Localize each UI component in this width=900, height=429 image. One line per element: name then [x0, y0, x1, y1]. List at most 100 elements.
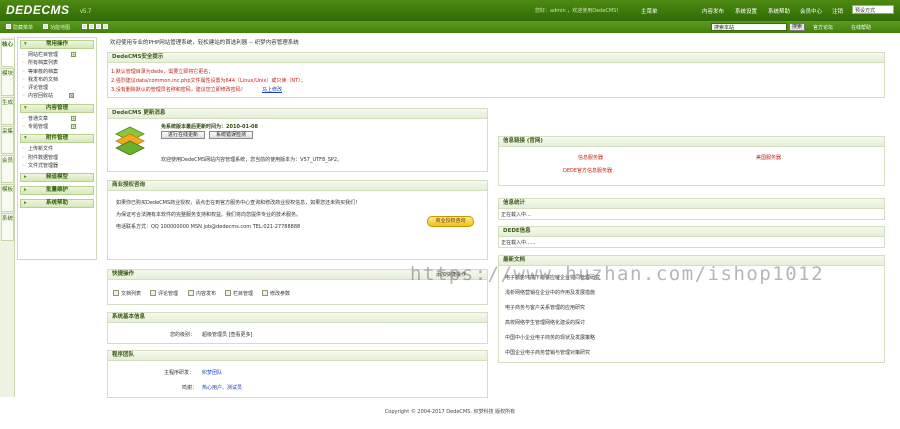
- panel-title: DEDE信息: [499, 227, 884, 237]
- forum-link[interactable]: 官方论坛: [813, 24, 833, 31]
- tab-member[interactable]: 会员: [1, 155, 14, 183]
- team-panel: 程序团队 主程序研发： 织梦团队 鸣谢： 热心用户、测试员: [107, 350, 488, 398]
- quick-category[interactable]: 栏目管理: [233, 290, 253, 297]
- layout-icon-2[interactable]: [89, 24, 94, 29]
- hide-menu-button[interactable]: 隐藏菜单: [13, 24, 33, 31]
- menu-item-upload[interactable]: ◦ 上传新文件: [18, 145, 96, 153]
- license-panel: 商业授权咨询 如果你已购买DedeCMS商业授权，请点击在到官方服务中心查询和修…: [107, 180, 488, 260]
- panel-title: 程序团队: [108, 351, 487, 361]
- menu-section-attachments[interactable]: ▾ 附件管理: [20, 134, 94, 144]
- search-input[interactable]: [711, 23, 787, 31]
- info-server-link[interactable]: 信息服务器: [578, 154, 603, 161]
- menu-section-help[interactable]: ▸ 系统帮助: [20, 199, 94, 209]
- nav-publish[interactable]: 内容发布: [702, 7, 724, 15]
- menu-item-pending[interactable]: ◦ 等审核的档案: [18, 68, 96, 76]
- tab-system[interactable]: 系统: [1, 213, 14, 241]
- panel-title: 信息链接 (官网): [499, 137, 884, 147]
- menu-section-content[interactable]: ▾ 内容管理: [20, 103, 94, 113]
- tab-modules[interactable]: 模块: [1, 68, 14, 96]
- menu-item-topic[interactable]: ◦ 专题管理 +: [18, 123, 96, 131]
- version-message: 欢迎使用DedeCMS网站内容管理系统，您当前的使用版本为：V57_UTF8_S…: [161, 157, 343, 163]
- top-bar: DEDECMS v5.7 您好：admin ，欢迎使用DedeCMS！ 主菜单 …: [0, 0, 900, 21]
- add-icon[interactable]: +: [71, 124, 76, 130]
- tab-generate[interactable]: 生成: [1, 97, 14, 125]
- bullet-icon: ◦: [22, 85, 25, 92]
- nav-logout[interactable]: 注销: [832, 7, 843, 15]
- menu-section-batch[interactable]: ▸ 批量维护: [20, 186, 94, 196]
- level-value: 超级管理员 [查看更多]: [202, 332, 253, 338]
- tab-core[interactable]: 核心: [1, 39, 14, 67]
- system-info-panel: 系统基本信息 您的级别： 超级管理员 [查看更多]: [107, 312, 488, 344]
- user-info: 您好：admin ，欢迎使用DedeCMS！: [535, 8, 622, 14]
- layout-icon-1[interactable]: [82, 24, 87, 29]
- bullet-icon: ◦: [22, 124, 25, 131]
- us-server-link[interactable]: 美国服务器: [756, 154, 781, 161]
- menu-item-category[interactable]: ◦ 网站栏目管理 +: [18, 51, 96, 59]
- comment-icon: [150, 290, 156, 296]
- license-line-1: 如果你已购买DedeCMS商业授权，请点击在到官方服务中心查询和修改商业授权信息…: [116, 200, 361, 206]
- quick-settings[interactable]: 修改参数: [270, 290, 290, 297]
- level-label: 您的级别：: [170, 332, 196, 338]
- error-check-button[interactable]: 系统错误检测: [209, 131, 253, 139]
- menu-item-all-archives[interactable]: ◦ 所有档案列表: [18, 59, 96, 67]
- add-icon[interactable]: +: [71, 115, 76, 121]
- license-consult-button[interactable]: 商业授权咨询: [427, 216, 474, 227]
- collapse-icon: ▾: [24, 135, 27, 142]
- panel-title: 商业授权咨询: [108, 181, 487, 191]
- security-line-3: 3.没有删除默认的管理员名称和密码，建议您立即修改密码！: [111, 87, 246, 93]
- official-server-link[interactable]: DEDE官方信息服务器: [563, 167, 612, 174]
- panel-title: DedeCMS安全提示: [108, 53, 884, 63]
- recycle-icon[interactable]: ×: [69, 93, 74, 99]
- nav-help[interactable]: 系统帮助: [768, 7, 790, 15]
- news-item-4[interactable]: 高校网络学生管理网络化建设的探讨: [505, 319, 585, 326]
- style-select[interactable]: 预设方式: [852, 5, 894, 14]
- quick-comments[interactable]: 评论管理: [158, 290, 178, 297]
- watermark-text: https://www.huzhan.com/ishop1012: [410, 263, 825, 285]
- search-button[interactable]: 搜索: [789, 23, 805, 31]
- side-tabs: 核心 模块 生成 采集 会员 模板 系统: [0, 37, 15, 397]
- tab-collect[interactable]: 采集: [1, 126, 14, 154]
- menu-item-attachment-data[interactable]: ◦ 附件数据管理: [18, 154, 96, 162]
- nav-member-center[interactable]: 会员中心: [800, 7, 822, 15]
- layout-icon-4[interactable]: [103, 24, 108, 29]
- bullet-icon: ◦: [22, 162, 25, 169]
- logo: DEDECMS: [6, 3, 70, 17]
- nav-main-menu[interactable]: 主菜单: [641, 7, 658, 15]
- menu-item-file-manager[interactable]: ◦ 文件式管理器: [18, 162, 96, 170]
- bullet-icon: ◦: [22, 60, 25, 67]
- layout-icon-3[interactable]: [96, 24, 101, 29]
- dede-loading: 正在载入中......: [501, 240, 536, 246]
- news-item-3[interactable]: 电子商务与客户关系管理的应用研究: [505, 304, 585, 311]
- footer-copyright: Copyright © 2004-2017 DedeCMS. 织梦科技 版权所有: [384, 409, 516, 415]
- news-item-2[interactable]: 浅析网络营销在企业中的作用及发展措施: [505, 289, 595, 296]
- menu-item-recycle[interactable]: ◦ 内容回收站 ×: [18, 92, 96, 100]
- menu-section-common[interactable]: ▾ 常用操作: [20, 40, 94, 49]
- bullet-icon: ◦: [22, 146, 25, 153]
- news-item-5[interactable]: 中国中小企业电子商务的现状及发展策略: [505, 334, 595, 341]
- bullet-icon: ◦: [22, 154, 25, 161]
- menu-section-channel[interactable]: ▸ 频道模型: [20, 173, 94, 183]
- add-icon[interactable]: +: [71, 52, 76, 57]
- menu-item-article[interactable]: ◦ 普通文章 +: [18, 115, 96, 123]
- function-map-button[interactable]: 功能地图: [50, 24, 70, 31]
- menu-item-my-docs[interactable]: ◦ 我发布的文档: [18, 76, 96, 84]
- menu-item-comments[interactable]: ◦ 评论管理: [18, 84, 96, 92]
- news-item-6[interactable]: 中国企业电子商务营销与管理对策研究: [505, 349, 590, 356]
- thanks-link[interactable]: 热心用户、测试员: [202, 384, 242, 391]
- quick-doc-list[interactable]: 文档列表: [121, 290, 141, 297]
- nav-system-settings[interactable]: 系统设置: [735, 7, 757, 15]
- panel-title: DedeCMS 更新消息: [108, 109, 487, 119]
- thanks-label: 鸣谢：: [182, 385, 198, 391]
- change-password-link[interactable]: 马上修改: [262, 86, 282, 93]
- cms-logo-icon: [115, 126, 145, 155]
- security-line-1: 1.默认管理目录为dede，需要立即将它更名；: [111, 69, 214, 75]
- dev-team-link[interactable]: 织梦团队: [202, 369, 222, 376]
- dev-label: 主程序研发：: [164, 370, 195, 376]
- dede-info-panel: DEDE信息 正在载入中......: [498, 226, 885, 248]
- online-update-button[interactable]: 进行在线更新: [161, 131, 205, 139]
- bullet-icon: ◦: [22, 115, 25, 122]
- tab-template[interactable]: 模板: [1, 184, 14, 212]
- quick-publish[interactable]: 内容发布: [196, 290, 216, 297]
- online-help-link[interactable]: 在线帮助: [851, 24, 871, 31]
- collapse-icon: ▾: [24, 104, 27, 111]
